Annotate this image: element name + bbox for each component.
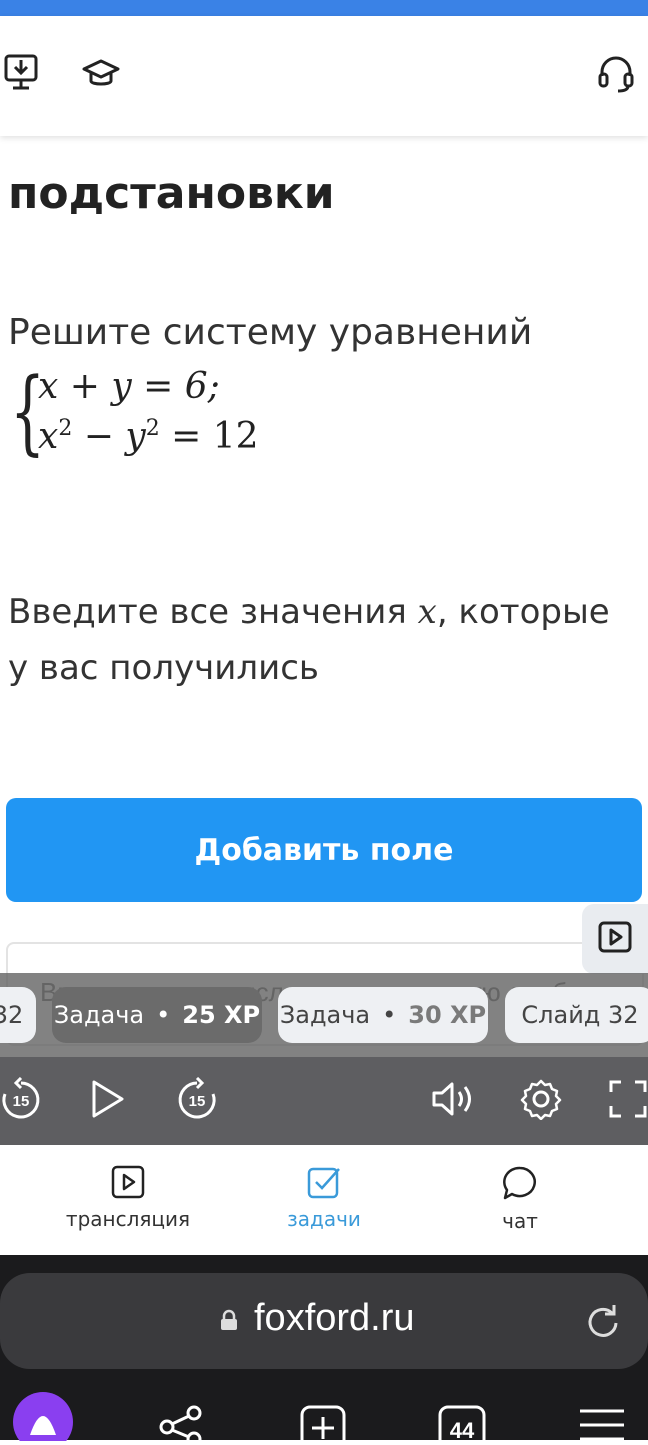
rewind-15-icon[interactable]: 15 — [0, 1076, 42, 1125]
slide-chip[interactable]: 32 — [0, 987, 36, 1043]
equation-2: x2 − y2 = 12 — [38, 416, 259, 457]
gear-icon[interactable] — [520, 1078, 562, 1124]
slide-chip-task-current[interactable]: Задача • 25 XP — [52, 987, 262, 1043]
forward-15-icon[interactable]: 15 — [176, 1076, 218, 1125]
lock-icon — [220, 1309, 238, 1335]
play-square-icon — [111, 1165, 145, 1203]
slide-chip-slide[interactable]: Слайд 32 — [505, 987, 648, 1043]
nav-item-broadcast[interactable]: трансляция — [28, 1165, 228, 1231]
url-text: foxford.ru — [254, 1297, 415, 1339]
nav-label: чат — [502, 1209, 538, 1233]
address-bar[interactable]: foxford.ru — [0, 1273, 648, 1369]
task-text: Решите систему уравнений — [8, 312, 533, 353]
svg-text:15: 15 — [13, 1093, 30, 1110]
lesson-title: подстановки — [8, 168, 335, 219]
new-tab-icon[interactable] — [300, 1405, 346, 1445]
nav-item-tasks[interactable]: задачи — [224, 1165, 424, 1231]
reload-icon[interactable] — [586, 1303, 622, 1345]
graduation-cap-icon[interactable] — [82, 58, 120, 94]
app-header — [0, 16, 648, 136]
chat-bubble-icon — [502, 1166, 538, 1205]
checkbox-icon — [307, 1167, 341, 1203]
slide-navigation: 32 Задача • 25 XP Задача • 30 XP Слайд 32 — [0, 973, 648, 1057]
answer-prompt: Введите все значения x, которые у вас по… — [8, 592, 610, 688]
headset-icon[interactable] — [598, 54, 634, 98]
svg-text:44: 44 — [450, 1418, 475, 1440]
equation-1: x + y = 6; — [38, 366, 220, 407]
assistant-icon[interactable] — [12, 1391, 74, 1445]
add-field-button[interactable]: Добавить поле — [6, 798, 642, 902]
equation-system: { x + y = 6; x2 − y2 = 12 — [10, 362, 310, 466]
browser-chrome: foxford.ru 44 — [0, 1255, 648, 1445]
play-icon[interactable] — [90, 1079, 126, 1123]
slide-chip-task[interactable]: Задача • 30 XP — [278, 987, 488, 1043]
svg-text:15: 15 — [189, 1093, 206, 1110]
bottom-navigation: трансляция задачи чат — [0, 1145, 648, 1255]
nav-label: задачи — [287, 1207, 361, 1231]
monitor-download-icon[interactable] — [4, 54, 38, 94]
video-toggle-button[interactable] — [582, 904, 648, 974]
menu-icon[interactable] — [578, 1407, 626, 1444]
top-accent-bar — [0, 0, 648, 16]
volume-icon[interactable] — [430, 1079, 474, 1123]
video-player-controls: 15 15 — [0, 1057, 648, 1145]
nav-item-chat[interactable]: чат — [420, 1165, 620, 1233]
play-square-icon — [598, 921, 632, 957]
share-icon[interactable] — [158, 1405, 204, 1445]
fullscreen-icon[interactable] — [608, 1079, 648, 1123]
nav-label: трансляция — [65, 1207, 191, 1231]
tabs-counter[interactable]: 44 — [438, 1405, 486, 1445]
